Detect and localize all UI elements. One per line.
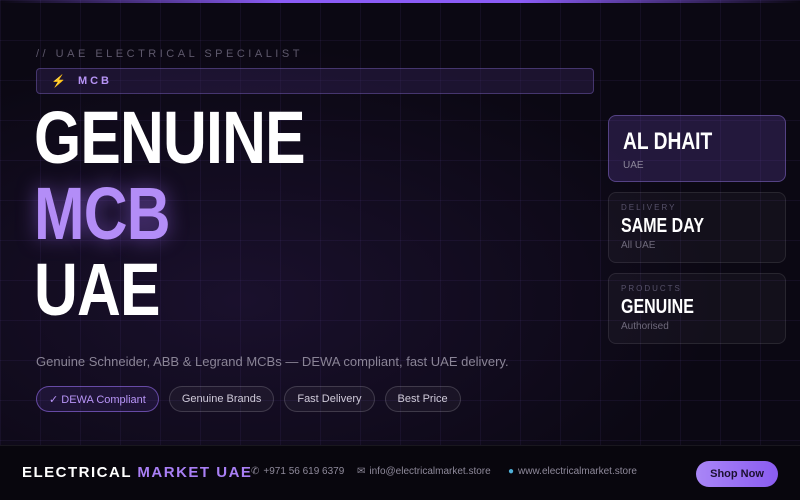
website-text: www.electricalmarket.store bbox=[518, 466, 637, 477]
card-delivery-caption: DELIVERY bbox=[621, 203, 677, 212]
lightning-bolt-icon: ⚡ bbox=[51, 74, 66, 88]
phone-text: +971 56 619 6379 bbox=[263, 466, 345, 477]
badge-best-price[interactable]: Best Price bbox=[384, 386, 461, 412]
headline-line-1: GENUINE bbox=[34, 96, 306, 179]
hero-subtitle: Genuine Schneider, ABB & Legrand MCBs — … bbox=[36, 354, 509, 369]
footer-website[interactable]: ● www.electricalmarket.store bbox=[508, 466, 637, 477]
hero-headline: GENUINE MCB UAE bbox=[34, 96, 306, 331]
card-location: AL DHAIT UAE bbox=[608, 115, 786, 182]
card-delivery: DELIVERY SAME DAY All UAE bbox=[608, 192, 786, 263]
category-tag: ⚡ MCB bbox=[36, 68, 594, 94]
card-products-value: GENUINE bbox=[621, 296, 694, 318]
feature-badges: ✓ DEWA Compliant Genuine Brands Fast Del… bbox=[36, 386, 461, 412]
badge-fast-delivery[interactable]: Fast Delivery bbox=[284, 386, 375, 412]
hero-kicker: // UAE ELECTRICAL SPECIALIST bbox=[36, 48, 303, 60]
headline-line-2: MCB bbox=[34, 172, 171, 255]
card-delivery-value: SAME DAY bbox=[621, 215, 704, 237]
badge-genuine-brands[interactable]: Genuine Brands bbox=[168, 386, 275, 412]
card-location-sub: UAE bbox=[623, 160, 644, 171]
footer-phone[interactable]: ✆ +971 56 619 6379 bbox=[251, 466, 344, 477]
globe-icon: ● bbox=[508, 466, 515, 477]
badge-dewa-compliant[interactable]: ✓ DEWA Compliant bbox=[36, 386, 159, 412]
card-products: PRODUCTS GENUINE Authorised bbox=[608, 273, 786, 344]
email-text: info@electricalmarket.store bbox=[369, 466, 491, 477]
footer-brand[interactable]: ELECTRICAL MARKET UAE bbox=[22, 464, 252, 481]
phone-icon: ✆ bbox=[251, 466, 260, 477]
footer-email[interactable]: ✉ info@electricalmarket.store bbox=[357, 466, 491, 477]
brand-accent: MARKET UAE bbox=[137, 464, 253, 481]
brand-main: ELECTRICAL bbox=[22, 464, 132, 481]
mail-icon: ✉ bbox=[357, 466, 366, 477]
shop-now-button[interactable]: Shop Now bbox=[696, 461, 778, 487]
card-location-value: AL DHAIT bbox=[623, 128, 713, 155]
headline-line-3: UAE bbox=[34, 248, 160, 331]
info-cards: AL DHAIT UAE DELIVERY SAME DAY All UAE P… bbox=[608, 115, 786, 354]
card-products-caption: PRODUCTS bbox=[621, 284, 682, 293]
footer-bar: ELECTRICAL MARKET UAE ✆ +971 56 619 6379… bbox=[0, 445, 800, 500]
card-products-sub: Authorised bbox=[621, 321, 669, 332]
top-accent-line bbox=[0, 0, 800, 3]
category-tag-label: MCB bbox=[77, 75, 113, 87]
card-delivery-sub: All UAE bbox=[621, 240, 656, 251]
